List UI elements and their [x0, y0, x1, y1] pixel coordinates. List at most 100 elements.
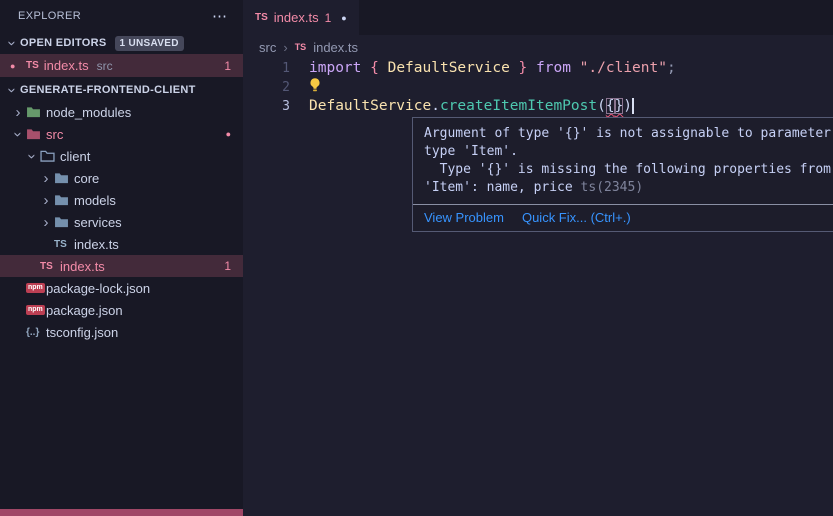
code-area[interactable]: 1 import { DefaultService } from "./clien… [243, 59, 833, 116]
tab-label: index.ts [274, 10, 319, 25]
project-section-header[interactable]: › GENERATE-FRONTEND-CLIENT [0, 79, 243, 101]
code-token [379, 60, 388, 76]
code-content[interactable]: import { DefaultService } from "./client… [309, 59, 676, 78]
code-line-2[interactable]: 2 [243, 78, 833, 97]
tree-item-label: core [74, 171, 99, 186]
folder-icon [26, 106, 46, 118]
tree-item-package-json[interactable]: npmpackage.json [0, 299, 243, 321]
error-text: Argument of type '{}' is not assignable … [424, 126, 833, 141]
code-line-1[interactable]: 1 import { DefaultService } from "./clien… [243, 59, 833, 78]
quick-fix-link[interactable]: Quick Fix... (Ctrl+.) [522, 210, 631, 225]
tree-item-label: src [46, 127, 63, 142]
tree-item-models[interactable]: › models [0, 189, 243, 211]
file-tree: › node_modules › src ● › client › core › models ›se… [0, 101, 243, 343]
folder-icon [26, 128, 46, 140]
typescript-file-icon: TS [40, 261, 60, 272]
code-token: . [431, 98, 440, 114]
modified-dot-icon[interactable]: ● [10, 61, 26, 71]
more-actions-icon[interactable]: ⋯ [212, 9, 227, 24]
tree-item-label: node_modules [46, 105, 131, 120]
horizontal-scrollbar[interactable] [0, 509, 243, 516]
npm-file-icon: npm [26, 305, 46, 315]
explorer-title: EXPLORER [18, 10, 81, 22]
breadcrumb-file[interactable]: index.ts [313, 40, 358, 55]
tree-item-label: models [74, 193, 116, 208]
error-text: type 'Item'. [424, 144, 518, 159]
code-line-3[interactable]: 3DefaultService.createItemItemPost({}) [243, 97, 833, 116]
text-cursor [632, 98, 634, 114]
tree-item-label: package-lock.json [46, 281, 150, 296]
error-hover-popup: Argument of type '{}' is not assignable … [412, 117, 833, 232]
explorer-sidebar: EXPLORER ⋯ › OPEN EDITORS 1 UNSAVED ● TS… [0, 0, 243, 516]
chevron-right-icon[interactable]: › [10, 104, 26, 121]
typescript-file-icon: TS [26, 60, 39, 71]
project-name-label: GENERATE-FRONTEND-CLIENT [20, 84, 196, 96]
view-problem-link[interactable]: View Problem [424, 210, 504, 225]
tree-item-label: client [60, 149, 90, 164]
chevron-right-icon[interactable]: › [38, 192, 54, 209]
json-file-icon: {..} [26, 327, 46, 338]
typescript-file-icon: TS [295, 42, 307, 52]
code-token: ) [623, 98, 632, 114]
typescript-file-icon: TS [54, 239, 74, 250]
tree-item-client[interactable]: › client [0, 145, 243, 167]
hover-action-bar: View Problem Quick Fix... (Ctrl+.) [413, 204, 833, 231]
line-number: 1 [243, 59, 290, 78]
breadcrumb-folder[interactable]: src [259, 40, 276, 55]
chevron-down-icon[interactable]: › [4, 82, 21, 98]
code-content[interactable]: DefaultService.createItemItemPost({}) [309, 97, 634, 116]
problems-badge: 1 [224, 259, 231, 273]
open-editor-file-path: src [97, 59, 113, 73]
code-token: createItemItemPost [440, 98, 597, 114]
problems-dot: ● [226, 129, 231, 139]
code-token: DefaultService [388, 60, 510, 76]
code-token: { [606, 98, 615, 114]
tree-item-package-lock-json[interactable]: npmpackage-lock.json [0, 277, 243, 299]
folder-icon [54, 194, 74, 206]
tree-item-label: package.json [46, 303, 123, 318]
npm-file-icon: npm [26, 283, 46, 293]
problems-badge: 1 [224, 59, 231, 73]
tab-index-ts[interactable]: TS index.ts 1 ● [243, 0, 359, 35]
lightbulb-icon[interactable] [309, 78, 323, 98]
tab-modified-dot-icon[interactable]: ● [341, 13, 346, 23]
open-editor-item-index-ts[interactable]: ● TS index.ts src 1 [0, 54, 243, 77]
error-text: 'Item': name, price [424, 180, 581, 195]
tree-item-label: tsconfig.json [46, 325, 118, 340]
tree-item-index-ts[interactable]: TSindex.ts [0, 233, 243, 255]
tree-item-core[interactable]: › core [0, 167, 243, 189]
chevron-down-icon[interactable]: › [24, 148, 41, 164]
open-editors-header[interactable]: › OPEN EDITORS 1 UNSAVED [0, 32, 243, 54]
chevron-right-icon[interactable]: › [38, 214, 54, 231]
chevron-right-icon[interactable]: › [38, 170, 54, 187]
folder-icon [54, 216, 74, 228]
tree-item-node-modules[interactable]: › node_modules [0, 101, 243, 123]
tree-item-tsconfig-json[interactable]: {..}tsconfig.json [0, 321, 243, 343]
code-token [361, 60, 370, 76]
error-message-line: type 'Item'. [424, 143, 833, 161]
error-message-line: 'Item': name, price ts(2345) [424, 179, 833, 197]
editor-tab-bar: TS index.ts 1 ● [243, 0, 833, 35]
open-editor-file-name: index.ts [44, 58, 89, 73]
tree-item-index-ts[interactable]: TSindex.ts1 [0, 255, 243, 277]
open-editors-label: OPEN EDITORS [20, 37, 107, 49]
code-content[interactable] [309, 78, 327, 98]
tree-item-services[interactable]: ›services [0, 211, 243, 233]
code-token: { [370, 60, 379, 76]
error-text: Type '{}' is missing the following prope… [424, 162, 833, 177]
error-message-line: Argument of type '{}' is not assignable … [424, 125, 833, 143]
code-token: import [309, 60, 361, 76]
folder-icon [54, 172, 74, 184]
code-token: "./client" [580, 60, 667, 76]
code-token [571, 60, 580, 76]
code-token: from [536, 60, 571, 76]
typescript-file-icon: TS [255, 12, 268, 23]
code-token: ( [597, 98, 606, 114]
breadcrumb: src › TS index.ts [243, 35, 833, 59]
error-code: ts(2345) [581, 180, 644, 195]
chevron-down-icon[interactable]: › [4, 35, 21, 51]
error-message: Argument of type '{}' is not assignable … [413, 118, 833, 204]
tree-item-label: index.ts [74, 237, 119, 252]
tree-item-src[interactable]: › src ● [0, 123, 243, 145]
chevron-down-icon[interactable]: › [10, 126, 27, 142]
